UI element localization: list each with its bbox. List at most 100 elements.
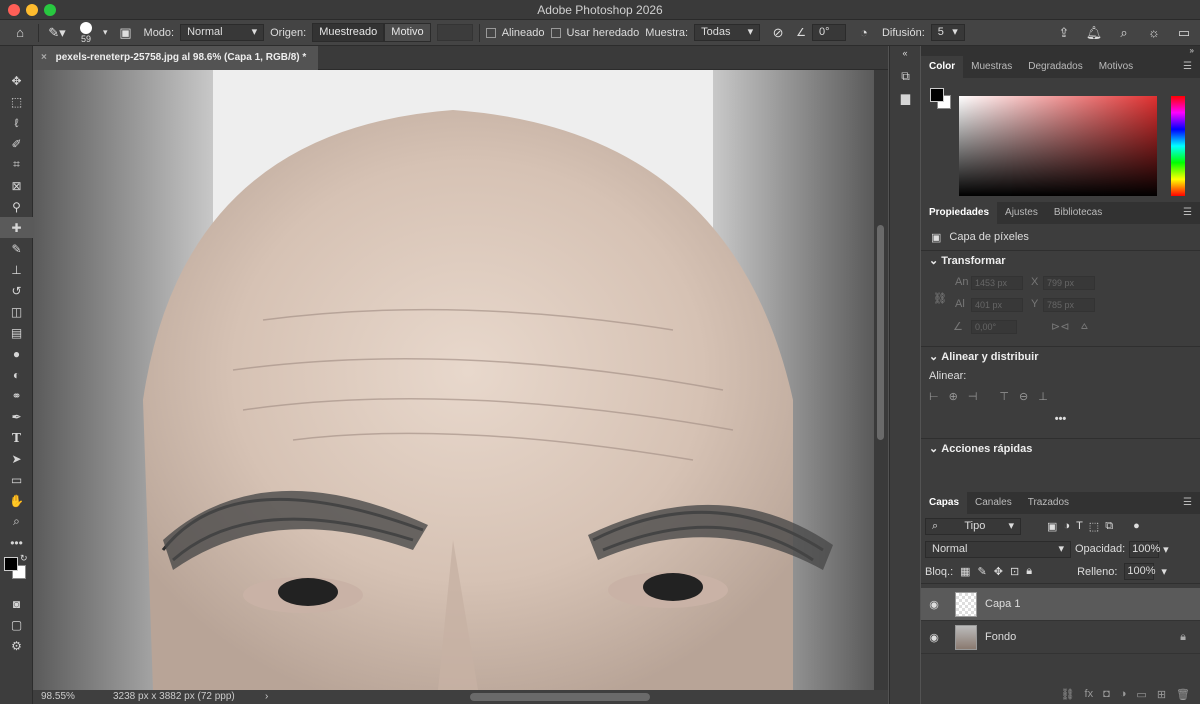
transform-section-header[interactable]: ⌄ Transformar bbox=[921, 250, 1200, 270]
close-tab-icon[interactable]: × bbox=[41, 52, 47, 63]
tab-layers[interactable]: Capas bbox=[921, 492, 968, 514]
chevron-down-icon[interactable]: ▾ bbox=[1161, 565, 1167, 578]
layer-name[interactable]: Capa 1 bbox=[985, 598, 1020, 610]
tab-adjustments[interactable]: Ajustes bbox=[997, 202, 1046, 224]
minimize-window-button[interactable] bbox=[26, 4, 38, 16]
share-icon[interactable]: ⇪ bbox=[1052, 22, 1076, 44]
new-layer-icon[interactable]: ⊞ bbox=[1157, 688, 1166, 701]
layer-row[interactable]: ◉ Capa 1 bbox=[921, 588, 1200, 621]
height-field[interactable]: 401 px bbox=[971, 298, 1023, 312]
align-left-icon[interactable]: ⊢ bbox=[929, 390, 939, 403]
healing-brush-tool-icon[interactable]: ✚ bbox=[0, 217, 33, 238]
link-layers-icon[interactable]: ⛓ bbox=[1061, 688, 1075, 701]
width-field[interactable]: 1453 px bbox=[971, 276, 1023, 290]
brush-size-picker[interactable]: 59 bbox=[75, 21, 97, 44]
fx-icon[interactable]: fx bbox=[1085, 688, 1094, 700]
color-field[interactable] bbox=[959, 96, 1157, 196]
align-middle-v-icon[interactable]: ⊖ bbox=[1019, 390, 1028, 403]
discover-icon[interactable]: ☼ bbox=[1142, 22, 1166, 44]
blend-mode-select[interactable]: Normal ▾ bbox=[925, 540, 1071, 558]
search-icon[interactable]: ⌕ bbox=[1112, 22, 1136, 44]
hue-slider[interactable] bbox=[1171, 96, 1185, 196]
layer-filter-select[interactable]: ⌕ Tipo ▾ bbox=[925, 517, 1021, 535]
add-mask-icon[interactable]: ◘ bbox=[1103, 688, 1110, 700]
canvas-area[interactable] bbox=[33, 70, 888, 690]
lock-pixels-icon[interactable]: ✎ bbox=[978, 565, 987, 578]
swap-colors-icon[interactable]: ↻ bbox=[20, 553, 28, 564]
blur-tool-icon[interactable]: ● bbox=[0, 343, 33, 364]
document-tab[interactable]: × pexels-reneterp-25758.jpg al 98.6% (Ca… bbox=[33, 46, 318, 70]
comments-panel-icon[interactable]: ▆ bbox=[890, 87, 921, 108]
brush-tool-icon[interactable]: ✎ bbox=[0, 238, 33, 259]
tab-color[interactable]: Color bbox=[921, 56, 964, 78]
tab-swatches[interactable]: Muestras bbox=[963, 56, 1020, 78]
vertical-scrollbar[interactable] bbox=[874, 70, 888, 690]
type-tool-icon[interactable]: T bbox=[0, 427, 33, 448]
quick-mask-icon[interactable]: ◙ bbox=[0, 593, 33, 614]
tab-libraries[interactable]: Bibliotecas bbox=[1046, 202, 1110, 224]
eraser-tool-icon[interactable]: ◫ bbox=[0, 301, 33, 322]
aligned-checkbox[interactable] bbox=[485, 27, 496, 38]
lock-all-icon[interactable]: 🔒︎ bbox=[1026, 565, 1032, 578]
sample-select[interactable]: Todas ▾ bbox=[694, 24, 761, 41]
align-right-icon[interactable]: ⊣ bbox=[968, 390, 978, 403]
screen-mode-icon[interactable]: ▢ bbox=[0, 614, 33, 635]
home-icon[interactable]: ⌂ bbox=[8, 22, 32, 44]
eye-icon[interactable]: ◉ bbox=[921, 598, 947, 611]
chevron-down-icon[interactable]: ▾ bbox=[1163, 543, 1169, 556]
diffusion-select[interactable]: 5 ▾ bbox=[930, 24, 965, 41]
filter-shape-icon[interactable]: ⬚ bbox=[1089, 520, 1099, 533]
quick-selection-tool-icon[interactable]: ✐ bbox=[0, 133, 33, 154]
lasso-tool-icon[interactable]: ℓ bbox=[0, 112, 33, 133]
trash-icon[interactable]: 🗑︎ bbox=[1176, 688, 1190, 701]
new-group-icon[interactable]: ▭ bbox=[1136, 688, 1146, 701]
sponge-tool-icon[interactable]: ⚭ bbox=[0, 385, 33, 406]
lock-artboard-icon[interactable]: ⊡ bbox=[1010, 565, 1019, 578]
source-sampled-button[interactable]: Muestreado bbox=[312, 23, 385, 42]
foreground-color-chip[interactable] bbox=[930, 88, 944, 102]
layer-name[interactable]: Fondo bbox=[985, 631, 1016, 643]
healing-brush-preset-icon[interactable]: ✎▾ bbox=[45, 22, 69, 44]
angle-field[interactable]: 0° bbox=[811, 24, 846, 41]
more-options-button[interactable]: ••• bbox=[929, 413, 1192, 425]
tab-patterns[interactable]: Motivos bbox=[1091, 56, 1141, 78]
clone-stamp-tool-icon[interactable]: ⊥ bbox=[0, 259, 33, 280]
align-center-h-icon[interactable]: ⊕ bbox=[949, 390, 958, 403]
tab-paths[interactable]: Trazados bbox=[1020, 492, 1077, 514]
pressure-size-icon[interactable]: ◔ bbox=[852, 22, 876, 44]
align-section-header[interactable]: ⌄ Alinear y distribuir bbox=[921, 346, 1200, 366]
adjustment-layer-icon[interactable]: ◑ bbox=[1120, 688, 1127, 700]
dodge-tool-icon[interactable]: ◐ bbox=[0, 364, 33, 385]
layer-row[interactable]: ◉ Fondo 🔒︎ bbox=[921, 621, 1200, 654]
link-icon[interactable]: ⛓ bbox=[933, 292, 947, 305]
opacity-field[interactable]: 100% bbox=[1129, 540, 1160, 558]
pen-tool-icon[interactable]: ✒ bbox=[0, 406, 33, 427]
eye-icon[interactable]: ◉ bbox=[921, 631, 947, 644]
flip-horizontal-icon[interactable]: ⊳⊲ bbox=[1051, 320, 1069, 333]
horizontal-scroll-thumb[interactable] bbox=[470, 693, 650, 701]
move-tool-icon[interactable]: ✥ bbox=[0, 70, 33, 91]
use-legacy-checkbox[interactable] bbox=[550, 27, 561, 38]
align-top-icon[interactable]: ⊤ bbox=[999, 390, 1009, 403]
path-selection-tool-icon[interactable]: ➤ bbox=[0, 448, 33, 469]
chevron-right-icon[interactable]: › bbox=[265, 690, 268, 704]
more-tools-icon[interactable]: ••• bbox=[0, 532, 33, 553]
brush-settings-icon[interactable]: ▣ bbox=[114, 22, 138, 44]
rotation-field[interactable]: 0,00° bbox=[971, 320, 1017, 334]
ignore-adjustment-layers-icon[interactable]: ⊘ bbox=[766, 22, 790, 44]
tab-properties[interactable]: Propiedades bbox=[921, 202, 998, 224]
panel-menu-icon[interactable]: ☰ bbox=[1175, 202, 1200, 224]
source-pattern-button[interactable]: Motivo bbox=[384, 23, 431, 42]
panel-menu-icon[interactable]: ☰ bbox=[1175, 492, 1200, 514]
mode-select[interactable]: Normal ▾ bbox=[180, 24, 265, 41]
frame-tool-icon[interactable]: ⊠ bbox=[0, 175, 33, 196]
filter-pixel-icon[interactable]: ▣ bbox=[1047, 520, 1057, 533]
align-bottom-icon[interactable]: ⊥ bbox=[1038, 390, 1048, 403]
quick-actions-header[interactable]: ⌄ Acciones rápidas bbox=[921, 438, 1200, 458]
zoom-window-button[interactable] bbox=[44, 4, 56, 16]
panel-menu-icon[interactable]: ☰ bbox=[1175, 56, 1200, 78]
tab-channels[interactable]: Canales bbox=[967, 492, 1020, 514]
photo-canvas[interactable] bbox=[33, 70, 874, 690]
filter-adjustment-icon[interactable]: ◑ bbox=[1063, 520, 1070, 532]
flip-vertical-icon[interactable]: ⩟ bbox=[1081, 320, 1088, 333]
